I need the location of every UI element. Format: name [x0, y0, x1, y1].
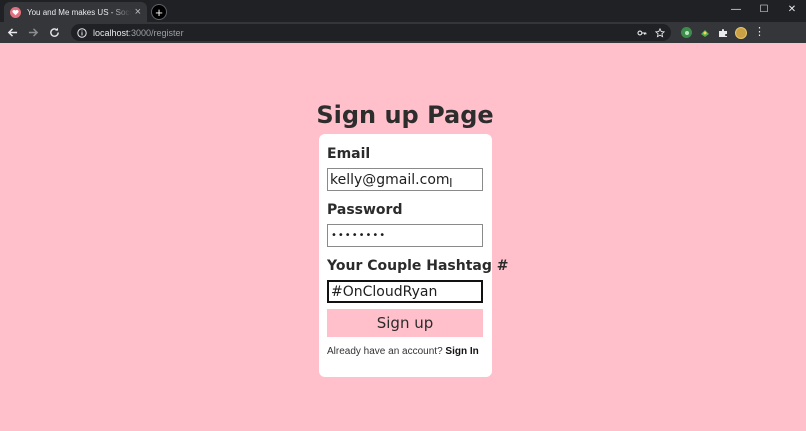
password-label: Password	[327, 202, 403, 218]
address-bar[interactable]: localhost:3000/register	[71, 24, 671, 41]
email-field[interactable]	[327, 168, 483, 191]
star-icon[interactable]	[655, 27, 665, 38]
menu-dots-icon[interactable]: ⋮	[754, 27, 765, 38]
key-icon[interactable]	[637, 28, 647, 38]
url-text: localhost:3000/register	[93, 28, 184, 38]
browser-tab[interactable]: You and Me makes US - Social N ×	[4, 2, 147, 22]
minimize-button[interactable]: —	[722, 0, 750, 18]
email-label: Email	[327, 146, 371, 162]
reload-icon[interactable]	[45, 24, 63, 42]
back-arrow-icon[interactable]	[3, 24, 21, 42]
signup-form: Email I Password •••••••• Your Couple Ha…	[319, 134, 509, 377]
extension-icon[interactable]	[681, 27, 692, 38]
puzzle-icon[interactable]	[717, 27, 728, 38]
sign-up-button[interactable]: Sign up	[327, 309, 483, 337]
tab-strip: You and Me makes US - Social N × + — ☐ ✕	[0, 0, 806, 22]
signin-prompt-text: Already have an account?	[327, 346, 446, 357]
info-icon[interactable]	[77, 27, 87, 38]
hashtag-label: Your Couple Hashtag #	[327, 258, 509, 274]
page-title: Sign up Page	[316, 101, 494, 129]
url-path: :3000/register	[128, 27, 184, 38]
close-window-button[interactable]: ✕	[778, 0, 806, 18]
signin-prompt: Already have an account? Sign In	[327, 346, 479, 357]
forward-arrow-icon[interactable]	[24, 24, 42, 42]
sign-in-link[interactable]: Sign In	[445, 346, 478, 357]
heart-favicon-icon	[10, 6, 21, 18]
extension-icon[interactable]	[699, 27, 710, 38]
password-field[interactable]: ••••••••	[327, 224, 483, 247]
plus-icon[interactable]: +	[151, 4, 167, 20]
url-host: localhost	[93, 27, 129, 38]
tab-title: You and Me makes US - Social N	[27, 7, 131, 17]
text-cursor-icon: I	[449, 175, 453, 190]
avatar[interactable]	[735, 26, 747, 39]
hashtag-field[interactable]	[327, 280, 483, 303]
window-controls: — ☐ ✕	[722, 0, 806, 18]
close-icon[interactable]: ×	[135, 6, 141, 18]
maximize-button[interactable]: ☐	[750, 0, 778, 18]
browser-toolbar: localhost:3000/register ⋮	[0, 22, 806, 43]
